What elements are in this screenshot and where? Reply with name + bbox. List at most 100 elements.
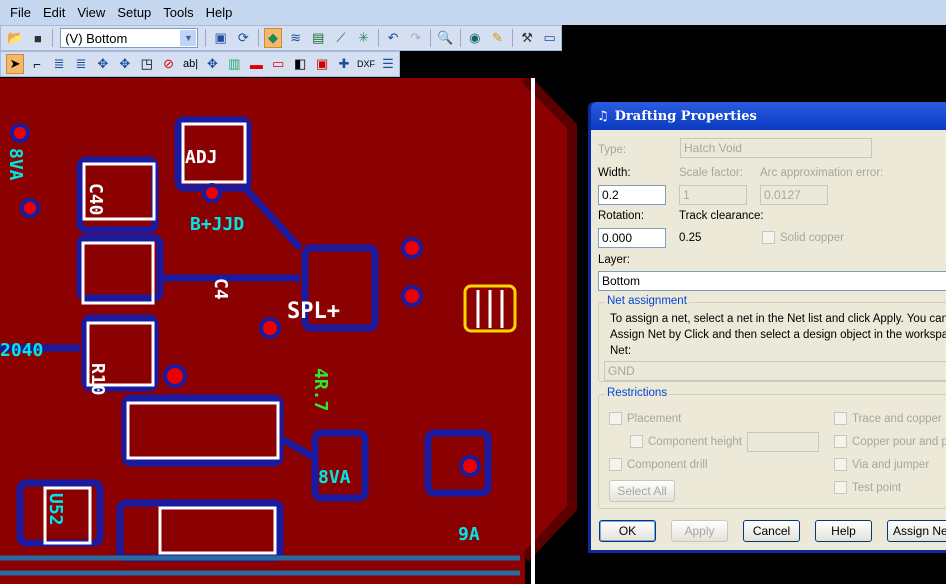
no-icon[interactable]: ⊘ (160, 54, 178, 74)
trace-copper-checkbox[interactable]: Trace and copper (834, 412, 942, 425)
layer-select[interactable]: Bottom (598, 271, 946, 291)
drafting-toolbar-icon[interactable]: ◆ (263, 28, 283, 48)
save-icon[interactable]: ■ (29, 28, 48, 48)
restrictions-group: Restrictions Placement Component height … (598, 387, 946, 509)
move-icon[interactable]: ◧ (291, 54, 309, 74)
solid-copper-checkbox[interactable]: Solid copper (762, 231, 844, 244)
flood-icon[interactable]: ▬ (247, 54, 265, 74)
separator (52, 29, 54, 47)
cancel-button[interactable]: Cancel (743, 520, 800, 542)
dxf-icon[interactable]: DXF (357, 54, 375, 74)
menu-view[interactable]: View (77, 5, 105, 20)
menu-bar: File Edit View Setup Tools Help (0, 0, 946, 25)
rotation-input[interactable]: 0.000 (598, 228, 666, 248)
label-r10: R10 (87, 363, 108, 396)
properties-icon[interactable]: ▣ (211, 28, 230, 48)
standard-toolbar: 📂 ■ (V) Bottom ▼ ▣ ⟳ ◆ ≋ ▤ ⟋ ✳ ↶ ↷ 🔍 ◉ ✎ … (0, 25, 562, 51)
type-select: Hatch Void (680, 138, 872, 158)
test-point-checkbox[interactable]: Test point (834, 481, 901, 494)
component-drill-checkbox[interactable]: Component drill (609, 458, 708, 471)
net-help-text: To assign a net, select a net in the Net… (610, 313, 946, 325)
width-label: Width: (598, 167, 631, 179)
net-assignment-group: Net assignment To assign a net, select a… (598, 295, 946, 382)
component-drill-label: Component drill (627, 458, 708, 471)
arc-label: Arc approximation error: (760, 167, 884, 179)
pcb-workspace[interactable]: SPL+ B+JJD 4R.7 8VA R10 C40 U52 C4 ADJ 8… (0, 78, 585, 584)
width-input[interactable]: 0.2 (598, 185, 666, 205)
view-icon[interactable]: ◉ (466, 28, 485, 48)
label-adj: ADJ (185, 147, 218, 168)
hammer-icon[interactable]: ⚒ (518, 28, 537, 48)
menu-setup[interactable]: Setup (117, 5, 151, 20)
select-icon[interactable]: ➤ (6, 54, 25, 74)
redo-icon[interactable]: ↷ (406, 28, 425, 48)
solid-copper-label: Solid copper (780, 231, 844, 244)
assign-net-button[interactable]: Assign Net (887, 520, 946, 542)
placement-checkbox[interactable]: Placement (609, 412, 681, 425)
label-2040: 2040 (0, 340, 43, 361)
layer-label: Layer: (598, 254, 630, 266)
list-icon[interactable]: ☰ (379, 54, 397, 74)
type-value: Hatch Void (684, 141, 743, 155)
library-icon[interactable]: ▥ (225, 54, 243, 74)
ecO-icon[interactable]: ✳ (354, 28, 373, 48)
window-icon[interactable]: ▭ (540, 28, 559, 48)
separator (257, 29, 259, 47)
open-icon[interactable]: 📂 (6, 28, 25, 48)
layer-select[interactable]: (V) Bottom ▼ (60, 28, 199, 48)
ok-button[interactable]: OK (599, 520, 656, 542)
component-height-input (747, 432, 819, 452)
restrictions-title: Restrictions (605, 387, 670, 399)
drafting-toolbar: ➤ ⌐ ≣ ≣ ✥ ✥ ◳ ⊘ ab| ✥ ▥ ▬ ▭ ◧ ▣ ✚ DXF ☰ (0, 51, 400, 77)
layer-select-value: (V) Bottom (65, 30, 128, 46)
undo-icon[interactable]: ↶ (384, 28, 403, 48)
copper-pour-icon[interactable]: ✥ (94, 54, 112, 74)
arc-input: 0.0127 (760, 185, 828, 205)
test-point-label: Test point (852, 481, 902, 494)
menu-help[interactable]: Help (206, 5, 233, 20)
keepout-icon[interactable]: ◳ (138, 54, 156, 74)
net-help-text-2: Assign Net by Click and then select a de… (610, 329, 946, 341)
select-all-button[interactable]: Select All (609, 480, 675, 502)
text-icon[interactable]: ab| (182, 54, 200, 74)
copper-icon[interactable]: ≣ (50, 54, 68, 74)
placement-label: Placement (627, 412, 682, 425)
separator (459, 29, 461, 47)
board-outline-icon[interactable]: ⌐ (28, 54, 46, 74)
copper-cutout-icon[interactable]: ≣ (72, 54, 90, 74)
via-jumper-checkbox[interactable]: Via and jumper (834, 458, 929, 471)
zoom-icon[interactable]: 🔍 (436, 28, 455, 48)
refresh-icon[interactable]: ⟳ (234, 28, 253, 48)
plane-icon[interactable]: ✥ (204, 54, 222, 74)
help-button[interactable]: Help (815, 520, 872, 542)
menu-edit[interactable]: Edit (43, 5, 65, 20)
component-height-label: Component height (648, 435, 742, 448)
label-u52: U52 (45, 493, 66, 526)
menu-tools[interactable]: Tools (163, 5, 193, 20)
decal-icon[interactable]: ✚ (335, 54, 353, 74)
label-8va: 8VA (318, 467, 351, 488)
dialog-title-bar[interactable]: ♫ Drafting Properties (591, 102, 946, 130)
component-height-checkbox[interactable]: Component height (630, 435, 742, 448)
copper-pour-checkbox[interactable]: Copper pour and plane (834, 435, 946, 448)
label-spl: SPL+ (287, 299, 340, 324)
dimension-toolbar-icon[interactable]: ▤ (309, 28, 328, 48)
dialog-title: Drafting Properties (614, 108, 757, 124)
net-assignment-title: Net assignment (605, 295, 689, 307)
apply-button[interactable]: Apply (671, 520, 728, 542)
route-icon[interactable]: ⟋ (332, 28, 351, 48)
hatch-icon[interactable]: ▭ (269, 54, 287, 74)
type-label: Type: (598, 144, 627, 156)
rotation-label: Rotation: (598, 210, 645, 222)
pour-cutout-icon[interactable]: ✥ (116, 54, 134, 74)
menu-file[interactable]: File (10, 5, 31, 20)
chevron-down-icon[interactable]: ▼ (180, 30, 197, 46)
net-label: Net: (610, 345, 632, 357)
brush-icon[interactable]: ✎ (488, 28, 507, 48)
label-4r7: 4R.7 (310, 368, 331, 411)
trace-copper-label: Trace and copper (852, 412, 942, 425)
component-icon[interactable]: ▣ (313, 54, 331, 74)
label-9a: 9A (458, 524, 480, 545)
separator (377, 29, 379, 47)
design-toolbar-icon[interactable]: ≋ (286, 28, 305, 48)
